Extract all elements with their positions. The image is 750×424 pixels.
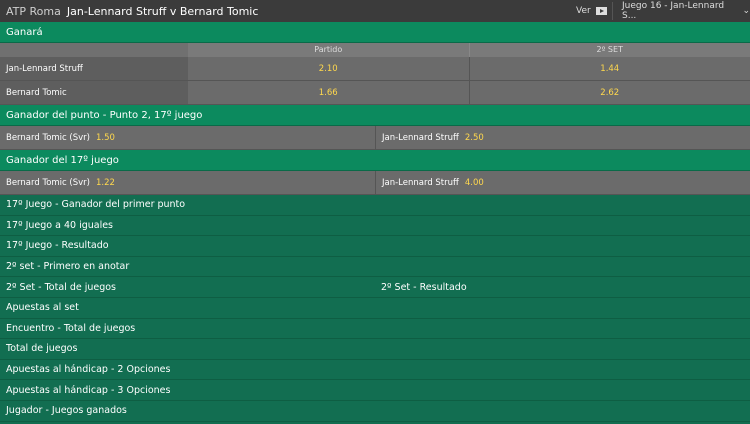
winner-row: Jan-Lennard Struff 2.10 1.44 (0, 57, 750, 81)
market-link[interactable]: 2º Set - Resultado (375, 282, 750, 293)
market-link[interactable]: Apuestas al hándicap - 3 Opciones (0, 385, 375, 396)
competition-label[interactable]: ATP Roma (0, 5, 61, 18)
selection-name: Bernard Tomic (Svr) (6, 132, 90, 143)
view-label: Ver (576, 6, 591, 16)
market-link[interactable]: 17º Juego - Ganador del primer punto (0, 199, 375, 210)
market-link[interactable]: 2º Set - Total de juegos (0, 282, 375, 293)
winner-market-header[interactable]: Ganará (0, 22, 750, 43)
market-row: Apuestas al hándicap - 3 Opciones (0, 380, 750, 401)
selection-button[interactable]: Jan-Lennard Struff 4.00 (375, 171, 750, 194)
game-selector[interactable]: Juego 16 - Jan-Lennard S... ⌄ (622, 0, 750, 22)
market-row: Apuestas al hándicap - 2 Opciones (0, 359, 750, 381)
column-header-set2: 2º SET (468, 43, 750, 57)
winner-row: Bernard Tomic 1.66 2.62 (0, 81, 750, 105)
market-link[interactable]: 17º Juego a 40 iguales (0, 220, 375, 231)
market-row: 17º Juego a 40 iguales (0, 215, 750, 237)
market-row: Apuestas al set (0, 297, 750, 319)
column-header-blank (0, 43, 188, 57)
chevron-down-icon: ⌄ (742, 6, 750, 16)
market-row: Total de juegos (0, 339, 750, 360)
play-icon (595, 7, 607, 15)
odds-button[interactable]: 2.62 (468, 81, 750, 104)
view-button[interactable]: Ver (576, 0, 607, 22)
game-winner-row: Bernard Tomic (Svr) 1.22 Jan-Lennard Str… (0, 171, 750, 195)
market-link[interactable]: 2º set - Primero en anotar (0, 261, 375, 272)
divider (612, 2, 613, 20)
market-link[interactable]: 17º Juego - Resultado (0, 240, 375, 251)
point-winner-header[interactable]: Ganador del punto - Punto 2, 17º juego (0, 105, 750, 126)
market-link[interactable]: Apuestas al hándicap - 2 Opciones (0, 364, 375, 375)
market-link[interactable]: Encuentro - Total de juegos (0, 323, 375, 334)
column-header-match: Partido (314, 45, 343, 54)
game-winner-title: Ganador del 17º juego (6, 154, 119, 166)
point-winner-title: Ganador del punto - Punto 2, 17º juego (6, 109, 203, 121)
market-row: 2º set - Primero en anotar (0, 256, 750, 278)
selection-odds: 1.22 (95, 177, 115, 188)
player-name: Bernard Tomic (0, 81, 188, 104)
winner-column-headers: Partido 2º SET (0, 43, 750, 57)
market-row: 2º Set - Total de juegos 2º Set - Result… (0, 277, 750, 298)
game-winner-header[interactable]: Ganador del 17º juego (0, 150, 750, 171)
market-row: Encuentro - Total de juegos (0, 318, 750, 340)
market-link[interactable]: Total de juegos (0, 343, 375, 354)
top-bar: ATP Roma Jan-Lennard Struff v Bernard To… (0, 0, 750, 22)
selection-button[interactable]: Bernard Tomic (Svr) 1.22 (0, 171, 375, 194)
selection-odds: 4.00 (464, 177, 484, 188)
odds-button[interactable]: 1.44 (468, 57, 750, 80)
game-selector-label: Juego 16 - Jan-Lennard S... (622, 1, 725, 21)
market-link[interactable]: Apuestas al set (0, 302, 375, 313)
market-list: 17º Juego - Ganador del primer punto 17º… (0, 195, 750, 422)
market-row: 17º Juego - Resultado (0, 236, 750, 257)
selection-button[interactable]: Bernard Tomic (Svr) 1.50 (0, 126, 375, 149)
point-winner-row: Bernard Tomic (Svr) 1.50 Jan-Lennard Str… (0, 126, 750, 150)
selection-name: Bernard Tomic (Svr) (6, 177, 90, 188)
odds-button[interactable]: 2.10 (188, 57, 469, 80)
selection-name: Jan-Lennard Struff (382, 177, 459, 188)
match-title: Jan-Lennard Struff v Bernard Tomic (66, 4, 259, 18)
selection-name: Jan-Lennard Struff (382, 132, 459, 143)
selection-odds: 2.50 (464, 132, 484, 143)
market-row: 17º Juego - Ganador del primer punto (0, 195, 750, 216)
market-row: Jugador - Juegos ganados (0, 400, 750, 422)
selection-button[interactable]: Jan-Lennard Struff 2.50 (375, 126, 750, 149)
selection-odds: 1.50 (95, 132, 115, 143)
odds-button[interactable]: 1.66 (188, 81, 469, 104)
player-name: Jan-Lennard Struff (0, 57, 188, 80)
market-link[interactable]: Jugador - Juegos ganados (0, 405, 375, 416)
winner-market-title: Ganará (6, 26, 43, 38)
